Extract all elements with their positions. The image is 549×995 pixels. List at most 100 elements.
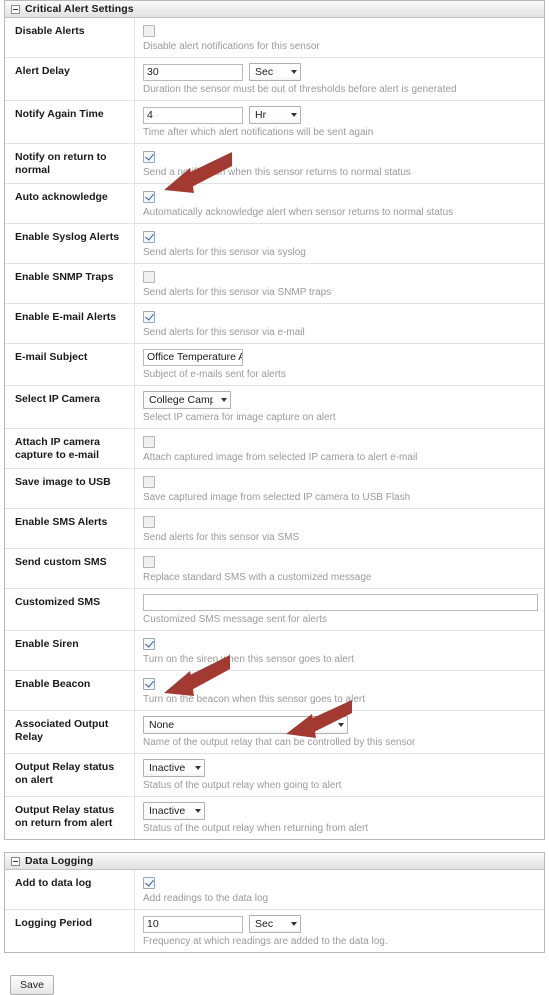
row-label: Notify on return to normal <box>5 144 135 183</box>
save-image-to-usb-checkbox[interactable] <box>143 475 155 488</box>
row-field: Automatically acknowledge alert when sen… <box>135 184 544 223</box>
row-hint: Send a notification when this sensor ret… <box>143 167 411 178</box>
row-enable-snmp-traps: Enable SNMP Traps Send alerts for this s… <box>5 264 544 304</box>
row-hint: Turn on the siren when this sensor goes … <box>143 654 354 665</box>
send-custom-sms-checkbox[interactable] <box>143 555 155 568</box>
row-enable-sms-alerts: Enable SMS Alerts Send alerts for this s… <box>5 509 544 549</box>
row-field: Attach captured image from selected IP c… <box>135 429 544 468</box>
row-field: Office Temperature Al Subject of e-mails… <box>135 344 544 385</box>
row-label: Select IP Camera <box>5 386 135 428</box>
panel-title: Data Logging <box>25 855 94 867</box>
chevron-down-icon <box>291 70 297 74</box>
row-label: Save image to USB <box>5 469 135 508</box>
row-hint: Select IP camera for image capture on al… <box>143 412 336 423</box>
logging-period-input[interactable]: 10 <box>143 915 243 933</box>
disable-alerts-checkbox[interactable] <box>143 24 155 37</box>
row-label: Enable Siren <box>5 631 135 670</box>
chevron-down-icon <box>291 113 297 117</box>
select-value: Inactive <box>149 762 186 774</box>
footer-actions: Save <box>0 953 549 995</box>
select-value: Sec <box>255 918 274 930</box>
row-hint: Subject of e-mails sent for alerts <box>143 369 286 380</box>
minus-box-icon[interactable] <box>11 4 20 14</box>
enable-beacon-checkbox[interactable] <box>143 677 155 690</box>
notify-again-time-input[interactable]: 4 <box>143 106 243 124</box>
auto-acknowledge-checkbox[interactable] <box>143 190 155 203</box>
row-field: Send alerts for this sensor via SNMP tra… <box>135 264 544 303</box>
row-field: Save captured image from selected IP cam… <box>135 469 544 508</box>
row-hint: Automatically acknowledge alert when sen… <box>143 207 454 218</box>
row-field: 10 Sec Frequency at which readings are a… <box>135 910 544 952</box>
row-label: Disable Alerts <box>5 18 135 57</box>
add-to-data-log-checkbox[interactable] <box>143 876 155 889</box>
row-field: 30 Sec Duration the sensor must be out o… <box>135 58 544 100</box>
row-label: Send custom SMS <box>5 549 135 588</box>
enable-siren-checkbox[interactable] <box>143 637 155 650</box>
customized-sms-input[interactable] <box>143 594 538 611</box>
row-hint: Save captured image from selected IP cam… <box>143 492 411 503</box>
output-relay-status-on-return-select[interactable]: Inactive <box>143 802 205 820</box>
row-field: Turn on the siren when this sensor goes … <box>135 631 544 670</box>
row-field: 4 Hr Time after which alert notification… <box>135 101 544 143</box>
panel-critical-alert-settings: Critical Alert Settings Disable Alerts D… <box>4 0 545 840</box>
row-alert-delay: Alert Delay 30 Sec Duration the sensor m… <box>5 58 544 101</box>
row-field: Customized SMS message sent for alerts <box>135 589 544 630</box>
select-value: None <box>149 719 175 731</box>
alert-delay-unit-select[interactable]: Sec <box>249 63 301 81</box>
row-label: Output Relay status on return from alert <box>5 797 135 839</box>
row-label: Enable SNMP Traps <box>5 264 135 303</box>
row-hint: Send alerts for this sensor via e-mail <box>143 327 305 338</box>
notify-on-return-to-normal-checkbox[interactable] <box>143 150 155 163</box>
row-field: Send alerts for this sensor via SMS <box>135 509 544 548</box>
enable-email-alerts-checkbox[interactable] <box>143 310 155 323</box>
row-hint: Time after which alert notifications wil… <box>143 127 374 138</box>
row-enable-email-alerts: Enable E-mail Alerts Send alerts for thi… <box>5 304 544 344</box>
row-label: Output Relay status on alert <box>5 754 135 796</box>
row-hint: Name of the output relay that can be con… <box>143 737 416 748</box>
enable-snmp-traps-checkbox[interactable] <box>143 270 155 283</box>
row-label: Add to data log <box>5 870 135 909</box>
row-label: Associated Output Relay <box>5 711 135 753</box>
chevron-down-icon <box>195 766 201 770</box>
row-field: Add readings to the data log <box>135 870 544 909</box>
row-associated-output-relay: Associated Output Relay None Name of the… <box>5 711 544 754</box>
row-select-ip-camera: Select IP Camera College Campus Select I… <box>5 386 544 429</box>
save-button[interactable]: Save <box>10 975 54 995</box>
row-field: College Campus Select IP camera for imag… <box>135 386 544 428</box>
row-enable-siren: Enable Siren Turn on the siren when this… <box>5 631 544 671</box>
minus-box-icon[interactable] <box>11 856 20 866</box>
row-field: Send a notification when this sensor ret… <box>135 144 544 183</box>
row-label: Enable Syslog Alerts <box>5 224 135 263</box>
logging-period-unit-select[interactable]: Sec <box>249 915 301 933</box>
chevron-down-icon <box>291 922 297 926</box>
row-notify-again-time: Notify Again Time 4 Hr Time after which … <box>5 101 544 144</box>
output-relay-status-on-alert-select[interactable]: Inactive <box>143 759 205 777</box>
associated-output-relay-select[interactable]: None <box>143 716 348 734</box>
panel-header-critical-alert-settings[interactable]: Critical Alert Settings <box>5 1 544 18</box>
notify-again-time-unit-select[interactable]: Hr <box>249 106 301 124</box>
panel-title: Critical Alert Settings <box>25 3 134 15</box>
enable-syslog-alerts-checkbox[interactable] <box>143 230 155 243</box>
row-label: E-mail Subject <box>5 344 135 385</box>
row-notify-on-return-to-normal: Notify on return to normal Send a notifi… <box>5 144 544 184</box>
row-hint: Disable alert notifications for this sen… <box>143 41 320 52</box>
row-field: Replace standard SMS with a customized m… <box>135 549 544 588</box>
attach-ip-camera-capture-checkbox[interactable] <box>143 435 155 448</box>
settings-page: Critical Alert Settings Disable Alerts D… <box>0 0 549 995</box>
row-field: Inactive Status of the output relay when… <box>135 754 544 796</box>
row-hint: Status of the output relay when going to… <box>143 780 342 791</box>
row-field: Inactive Status of the output relay when… <box>135 797 544 839</box>
select-ip-camera-select[interactable]: College Campus <box>143 391 231 409</box>
row-hint: Send alerts for this sensor via SMS <box>143 532 300 543</box>
row-label: Alert Delay <box>5 58 135 100</box>
row-hint: Duration the sensor must be out of thres… <box>143 84 457 95</box>
enable-sms-alerts-checkbox[interactable] <box>143 515 155 528</box>
alert-delay-input[interactable]: 30 <box>143 63 243 81</box>
panel-header-data-logging[interactable]: Data Logging <box>5 853 544 870</box>
chevron-down-icon <box>195 809 201 813</box>
row-hint: Replace standard SMS with a customized m… <box>143 572 372 583</box>
row-label: Enable Beacon <box>5 671 135 710</box>
row-label: Notify Again Time <box>5 101 135 143</box>
email-subject-input[interactable]: Office Temperature Al <box>143 349 243 366</box>
